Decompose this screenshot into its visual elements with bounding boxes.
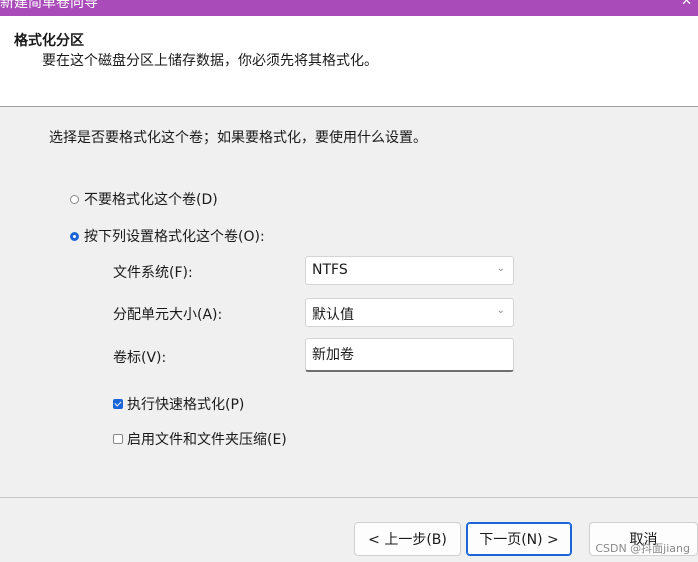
radio-format[interactable]: 按下列设置格式化这个卷(O): xyxy=(70,226,265,246)
next-button[interactable]: 下一页(N) > xyxy=(466,522,572,556)
chevron-down-icon: ⌄ xyxy=(496,305,505,316)
allocation-unit-value: 默认值 xyxy=(312,307,354,323)
wizard-header: 格式化分区 要在这个磁盘分区上储存数据，你必须先将其格式化。 xyxy=(0,16,698,107)
title-bar: 新建简单卷向导 ✕ xyxy=(0,0,698,16)
instruction-text: 选择是否要格式化这个卷；如果要格式化，要使用什么设置。 xyxy=(49,130,427,146)
radio-no-format-label[interactable]: 不要格式化这个卷(D) xyxy=(84,189,218,209)
radio-format-circle[interactable] xyxy=(70,231,79,241)
wizard-footer: < 上一步(B) 下一页(N) > 取消 CSDN @抖面jiang xyxy=(0,497,698,562)
compression-label[interactable]: 启用文件和文件夹压缩(E) xyxy=(127,429,287,449)
radio-no-format-circle[interactable] xyxy=(70,194,79,204)
csdn-watermark: CSDN @抖面jiang xyxy=(595,542,690,555)
page-title: 格式化分区 xyxy=(14,33,84,49)
compression-option[interactable]: 启用文件和文件夹压缩(E) xyxy=(113,429,287,449)
page-subtitle: 要在这个磁盘分区上储存数据，你必须先将其格式化。 xyxy=(42,53,378,69)
radio-format-label[interactable]: 按下列设置格式化这个卷(O): xyxy=(84,226,265,246)
chevron-down-icon: ⌄ xyxy=(496,263,505,274)
file-system-label: 文件系统(F): xyxy=(113,265,193,281)
file-system-value: NTFS xyxy=(312,262,348,278)
window-title: 新建简单卷向导 xyxy=(0,0,98,11)
quick-format-checkbox[interactable] xyxy=(113,399,123,409)
back-button[interactable]: < 上一步(B) xyxy=(354,522,461,556)
quick-format-label[interactable]: 执行快速格式化(P) xyxy=(127,394,244,414)
file-system-select[interactable]: NTFS ⌄ xyxy=(305,256,514,285)
radio-no-format[interactable]: 不要格式化这个卷(D) xyxy=(70,189,218,209)
volume-label-input[interactable]: 新加卷 xyxy=(305,338,514,372)
close-icon[interactable]: ✕ xyxy=(681,0,692,9)
allocation-unit-select[interactable]: 默认值 ⌄ xyxy=(305,298,514,327)
wizard-content: 选择是否要格式化这个卷；如果要格式化，要使用什么设置。 不要格式化这个卷(D) … xyxy=(0,107,698,497)
volume-label-value: 新加卷 xyxy=(312,347,354,363)
allocation-unit-label: 分配单元大小(A): xyxy=(113,307,223,323)
quick-format-option[interactable]: 执行快速格式化(P) xyxy=(113,394,244,414)
volume-label-label: 卷标(V): xyxy=(113,350,167,366)
compression-checkbox[interactable] xyxy=(113,434,123,444)
